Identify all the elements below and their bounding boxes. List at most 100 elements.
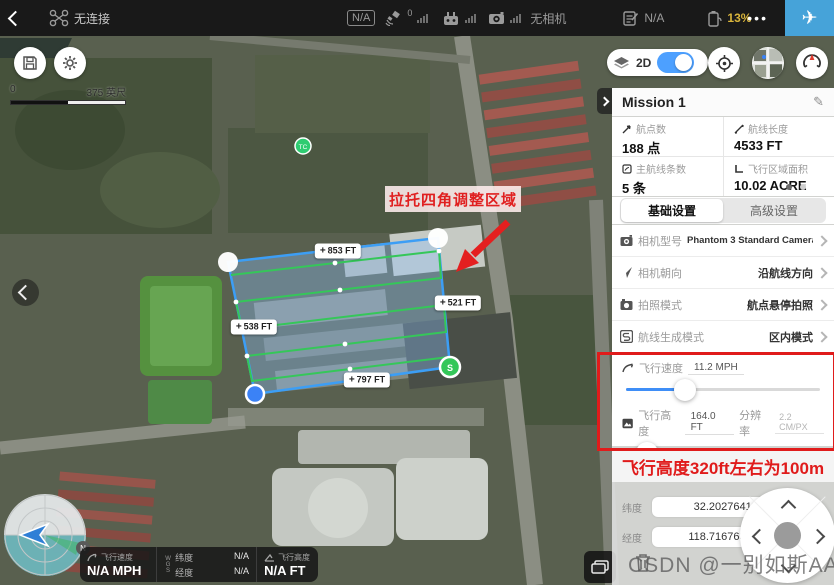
dpad-right-button[interactable]	[810, 529, 826, 545]
scale-distance: 375 英尺	[87, 84, 126, 99]
camera-icon	[488, 11, 505, 25]
tab-basic-settings[interactable]: 基础设置	[621, 199, 723, 222]
app-root: S TC +853 FT +521 FT +538 FT +797 FT 拉托四…	[0, 0, 834, 585]
telemetry-lat-value: N/A	[234, 551, 249, 564]
locate-icon	[715, 54, 734, 73]
telemetry-lng-label: 经度	[175, 566, 193, 579]
annotation-banner: 拉托四角调整区域	[385, 186, 521, 212]
dpad-up-button[interactable]	[781, 500, 797, 516]
panel-collapse-tab[interactable]	[597, 88, 612, 114]
wgs-label: WGS	[164, 556, 171, 574]
chevron-right-icon	[816, 299, 827, 310]
altitude-label: 飞行高度	[638, 407, 679, 439]
compass-icon	[801, 52, 823, 74]
watermark: CSDN @一别如斯AA	[628, 549, 834, 579]
map-type-button[interactable]	[752, 47, 784, 79]
route-mode-icon	[620, 330, 633, 343]
distance-label-top: +853 FT	[315, 244, 361, 259]
chevron-right-icon	[600, 96, 610, 106]
remote-controller-icon	[442, 11, 460, 26]
chevron-left-icon	[18, 285, 34, 301]
plus-icon: +	[236, 322, 242, 333]
rc-signal-bars	[465, 14, 476, 23]
row-route-mode[interactable]: 航线生成模式 区内模式	[612, 321, 834, 353]
speed-slider[interactable]	[622, 379, 824, 401]
mission-header: Mission 1 ✎	[612, 88, 834, 116]
annotation-note: 飞行高度320ft左右为100m	[612, 451, 834, 482]
back-button[interactable]	[10, 13, 21, 24]
row-camera-model[interactable]: 相机型号 Phantom 3 Standard Camera	[612, 225, 834, 257]
resolution-label: 分辨率	[739, 407, 770, 439]
altitude-icon	[264, 553, 275, 562]
chevron-right-icon	[816, 267, 827, 278]
more-menu-button[interactable]: •••	[739, 0, 776, 36]
plus-icon: +	[320, 246, 326, 257]
takeoff-button[interactable]: ✈	[785, 0, 834, 36]
aircraft-status: 无连接	[49, 9, 110, 27]
battery-icon	[706, 10, 722, 27]
svg-text:TC: TC	[299, 144, 308, 151]
lines-icon	[622, 164, 632, 174]
row-camera-heading[interactable]: 相机朝向 沿航线方向	[612, 257, 834, 289]
save-mission-button[interactable]	[14, 47, 46, 79]
save-icon	[22, 55, 38, 71]
satellite-icon	[385, 10, 402, 26]
row-photo-mode[interactable]: 拍照模式 航点悬停拍照	[612, 289, 834, 321]
svg-text:S: S	[447, 363, 453, 373]
stat-area: 飞行区域面积 10.02 ACRE	[724, 157, 834, 196]
telemetry-alt-label: 飞行高度	[278, 552, 310, 563]
settings-tabs: 基础设置 高级设置	[612, 197, 834, 224]
back-icon	[8, 10, 24, 26]
attitude-compass-widget: N	[2, 491, 90, 581]
plus-icon: +	[440, 298, 446, 309]
altitude-value[interactable]: 164.0 FT	[685, 411, 735, 435]
latitude-label: 纬度	[622, 500, 646, 515]
tab-advanced-settings[interactable]: 高级设置	[723, 199, 825, 222]
mission-polygon	[228, 238, 450, 394]
speed-icon	[87, 553, 98, 562]
compass-reset-button[interactable]	[796, 47, 828, 79]
area-icon	[734, 164, 744, 174]
altitude-icon	[622, 418, 633, 429]
locate-button[interactable]	[708, 47, 740, 79]
camera-status-label: 无相机	[530, 10, 566, 27]
settings-button[interactable]	[54, 47, 86, 79]
chevron-right-icon	[816, 235, 827, 246]
distance-label-bottom: +797 FT	[344, 373, 390, 388]
polygon-handle-bottom-left	[246, 385, 264, 403]
flight-mode-status: N/A	[622, 10, 664, 27]
resolution-value: 2.2 CM/PX	[775, 412, 824, 434]
layers-icon	[613, 56, 630, 70]
map-2d-label: 2D	[636, 56, 651, 70]
dpad-center-button[interactable]	[774, 522, 801, 549]
telemetry-alt-value: N/A FT	[264, 563, 311, 578]
route-length-icon	[734, 124, 744, 134]
distance-label-left: +538 FT	[231, 320, 277, 335]
top-status-bar: 无连接 N/A 0 无相机	[0, 0, 834, 36]
rc-status	[442, 11, 476, 26]
dpad-left-button[interactable]	[752, 529, 768, 545]
settings-rows: 相机型号 Phantom 3 Standard Camera 相机朝向 沿航线方…	[612, 225, 834, 353]
speed-slider-thumb[interactable]	[674, 379, 696, 401]
camera-status: 无相机	[488, 10, 566, 27]
start-marker: S	[440, 357, 460, 377]
flight-params: 飞行速度 11.2 MPH 飞行高度 164.0 FT 分辨率 2.2 CM/P…	[612, 354, 834, 446]
map-mode-pill: 2D	[607, 49, 708, 76]
telemetry-speed-label: 飞行速度	[101, 552, 133, 563]
photos-icon	[591, 560, 609, 575]
speed-icon	[622, 363, 634, 373]
longitude-label: 经度	[622, 530, 646, 545]
edit-mission-button[interactable]: ✎	[813, 94, 824, 110]
map-thumbnail-icon	[752, 47, 784, 79]
mission-title: Mission 1	[622, 94, 686, 110]
map-2d-toggle[interactable]	[657, 52, 694, 73]
waypoint-icon	[622, 124, 632, 134]
checklist-icon	[622, 10, 639, 27]
stats-page-dots[interactable]	[786, 184, 806, 190]
satellite-count: 0	[407, 8, 412, 18]
flight-mode-value: N/A	[644, 11, 664, 25]
speed-value[interactable]: 11.2 MPH	[688, 362, 744, 375]
satellite-signal-bars	[417, 14, 428, 23]
map-collapse-button[interactable]	[12, 279, 39, 306]
camera-signal-bars	[510, 14, 521, 23]
